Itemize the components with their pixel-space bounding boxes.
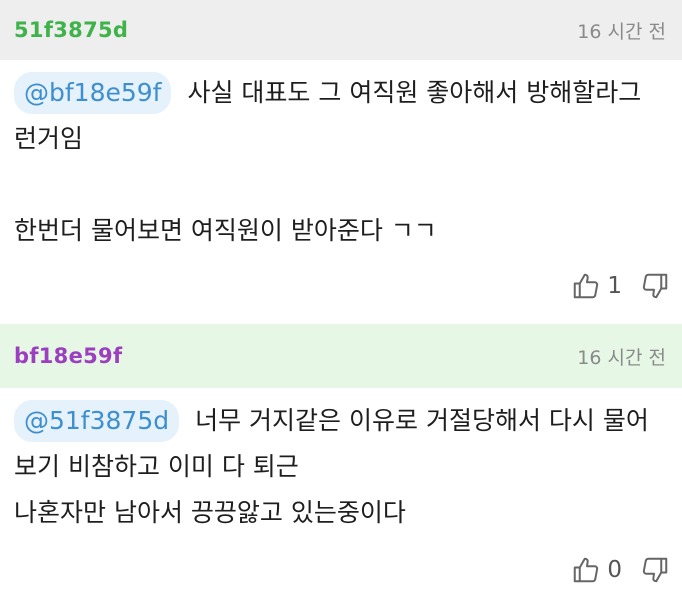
comment-actions: 1 (571, 266, 670, 306)
thumbs-up-icon[interactable] (571, 271, 601, 301)
comment-text-line1: 사실 대표도 그 여직원 좋아해서 방해할라그 (187, 78, 642, 107)
comment-author[interactable]: bf18e59f (14, 344, 122, 368)
mention-tag[interactable]: @bf18e59f (14, 72, 172, 114)
comment-header: 51f3875d 16 시간 전 (0, 0, 682, 60)
comment-header: bf18e59f 16 시간 전 (0, 324, 682, 388)
like-count: 0 (607, 557, 622, 583)
comment-text: @bf18e59f 사실 대표도 그 여직원 좋아해서 방해할라그런거임 한번더 … (14, 70, 674, 254)
comment-text: @51f3875d 너무 거지같은 이유로 거절당해서 다시 물어보기 비참하고 … (14, 398, 674, 536)
comment-text-rest: 보기 비참하고 이미 다 퇴근 나혼자만 남아서 끙끙앓고 있는중이다 (14, 452, 406, 527)
thumbs-up-icon[interactable] (571, 555, 601, 585)
comment-author[interactable]: 51f3875d (14, 18, 128, 42)
comment-text-rest: 런거임 한번더 물어보면 여직원이 받아준다 ㄱㄱ (14, 124, 437, 245)
comment-timestamp: 16 시간 전 (577, 346, 666, 369)
thumbs-down-icon[interactable] (640, 271, 670, 301)
comment-timestamp: 16 시간 전 (577, 20, 666, 43)
comment-text-line1: 너무 거지같은 이유로 거절당해서 다시 물어 (195, 406, 649, 435)
mention-tag[interactable]: @51f3875d (14, 400, 180, 442)
comment-actions: 0 (571, 550, 670, 590)
like-count: 1 (607, 273, 622, 299)
thumbs-down-icon[interactable] (640, 555, 670, 585)
